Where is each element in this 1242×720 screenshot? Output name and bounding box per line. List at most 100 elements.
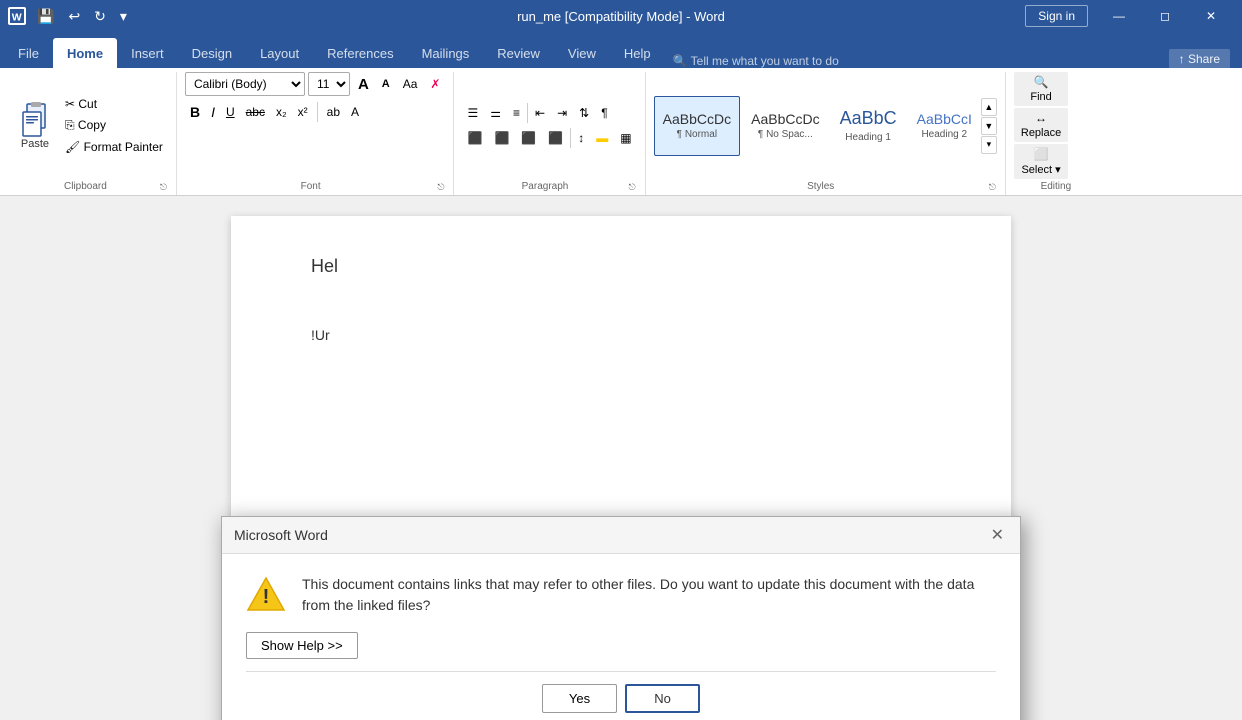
no-button[interactable]: No (625, 684, 700, 713)
app-window: W 💾 ↩ ↻ ▾ run_me [Compatibility Mode] - … (0, 0, 1242, 720)
justify-button[interactable]: ⬛ (543, 127, 568, 149)
bold-button[interactable]: B (185, 101, 205, 123)
style-normal-label: ¶ Normal (677, 129, 717, 140)
tab-view[interactable]: View (554, 38, 610, 68)
shrink-font-button[interactable]: A (377, 73, 395, 95)
tab-review[interactable]: Review (483, 38, 554, 68)
shading-button[interactable]: ▬ (591, 127, 613, 149)
styles-content: AaBbCcDc ¶ Normal AaBbCcDc ¶ No Spac... … (654, 72, 997, 179)
decrease-indent-button[interactable]: ⇤ (530, 102, 550, 124)
clear-format-button[interactable]: ✗ (425, 73, 445, 95)
title-bar-left: W 💾 ↩ ↻ ▾ (8, 6, 132, 27)
restore-button[interactable]: ◻ (1142, 0, 1188, 32)
para-row1: ☰ ⚌ ≡ ⇤ ⇥ ⇅ ¶ (462, 102, 636, 124)
increase-indent-button[interactable]: ⇥ (552, 102, 572, 124)
tab-insert[interactable]: Insert (117, 38, 178, 68)
find-label: Find (1030, 91, 1051, 103)
share-btn[interactable]: ↑ Share (1161, 50, 1238, 68)
select-icon: ⬜ (1034, 147, 1049, 161)
dialog-close-button[interactable]: ✕ (987, 525, 1008, 545)
para-controls: ☰ ⚌ ≡ ⇤ ⇥ ⇅ ¶ ⬛ ⬛ ⬛ ⬛ (462, 72, 636, 179)
align-left-button[interactable]: ⬛ (462, 127, 487, 149)
ribbon-tab-bar: File Home Insert Design Layout Reference… (0, 32, 1242, 68)
tab-file[interactable]: File (4, 38, 53, 68)
select-button[interactable]: ⬜ Select ▾ (1014, 144, 1068, 179)
find-button[interactable]: 🔍 Find (1014, 72, 1068, 106)
tab-design[interactable]: Design (178, 38, 246, 68)
font-color-button[interactable]: A (346, 101, 364, 123)
multilevel-list-button[interactable]: ≡ (508, 102, 525, 124)
tab-references[interactable]: References (313, 38, 407, 68)
font-expand-button[interactable]: ⎋ (436, 181, 445, 194)
bullets-button[interactable]: ☰ (462, 102, 483, 124)
borders-button[interactable]: ▦ (615, 127, 636, 149)
copy-button[interactable]: ⎘ Copy (60, 115, 168, 136)
editing-group: 🔍 Find ↔ Replace ⬜ Select ▾ Editing (1006, 72, 1106, 195)
numbering-button[interactable]: ⚌ (485, 102, 506, 124)
para-divider1 (527, 103, 528, 123)
clipboard-footer: Clipboard ⎋ (12, 179, 168, 195)
styles-footer: Styles ⎋ (654, 179, 997, 195)
superscript-button[interactable]: x² (293, 101, 313, 123)
editing-controls: 🔍 Find ↔ Replace ⬜ Select ▾ (1014, 72, 1068, 179)
align-center-button[interactable]: ⬛ (489, 127, 514, 149)
styles-scroll-down[interactable]: ▼ (981, 117, 997, 135)
line-spacing-button[interactable]: ↕ (573, 127, 589, 149)
dialog-content-row: ! This document contains links that may … (246, 574, 996, 616)
strikethrough-button[interactable]: abc (241, 101, 270, 123)
style-heading1[interactable]: AaBbC Heading 1 (831, 96, 906, 156)
style-no-spacing[interactable]: AaBbCcDc ¶ No Spac... (742, 96, 828, 156)
subscript-button[interactable]: x₂ (271, 101, 292, 123)
tab-mailings[interactable]: Mailings (408, 38, 484, 68)
undo-qat-button[interactable]: ↩ (63, 6, 85, 27)
italic-button[interactable]: I (206, 101, 220, 123)
style-heading2[interactable]: AaBbCcI Heading 2 (908, 96, 981, 156)
style-normal[interactable]: AaBbCcDc ¶ Normal (654, 96, 740, 156)
para-row2: ⬛ ⬛ ⬛ ⬛ ↕ ▬ ▦ (462, 127, 636, 149)
align-right-button[interactable]: ⬛ (516, 127, 541, 149)
font-footer: Font ⎋ (185, 179, 446, 195)
save-qat-button[interactable]: 💾 (32, 6, 59, 27)
style-nospace-preview: AaBbCcDc (751, 111, 819, 128)
underline-button[interactable]: U (221, 101, 240, 123)
tab-layout[interactable]: Layout (246, 38, 313, 68)
show-para-marks-button[interactable]: ¶ (596, 102, 612, 124)
format-painter-button[interactable]: 🖌 Format Painter (60, 137, 168, 157)
title-bar-right: Sign in — ◻ ✕ (1025, 0, 1234, 32)
change-case-button[interactable]: Aa (398, 73, 423, 95)
yes-button[interactable]: Yes (542, 684, 617, 713)
para-footer: Paragraph ⎋ (462, 179, 636, 195)
close-button[interactable]: ✕ (1188, 0, 1234, 32)
qat-more-button[interactable]: ▾ (115, 6, 132, 27)
clipboard-expand-button[interactable]: ⎋ (159, 181, 168, 194)
font-family-select[interactable]: Calibri (Body) (185, 72, 305, 96)
para-expand-button[interactable]: ⎋ (628, 181, 637, 194)
styles-scroll-up[interactable]: ▲ (981, 98, 997, 116)
tab-home[interactable]: Home (53, 38, 117, 68)
redo-qat-button[interactable]: ↻ (89, 6, 111, 27)
replace-icon: ↔ (1035, 111, 1047, 125)
text-highlight-button[interactable]: ab (322, 101, 345, 123)
replace-button[interactable]: ↔ Replace (1014, 108, 1068, 142)
sort-button[interactable]: ⇅ (574, 102, 594, 124)
font-size-select[interactable]: 11 (308, 72, 350, 96)
doc-text-2: !Ur (311, 327, 931, 343)
tab-help[interactable]: Help (610, 38, 665, 68)
show-help-button[interactable]: Show Help >> (246, 632, 358, 659)
dialog-titlebar: Microsoft Word ✕ (222, 517, 1020, 554)
styles-group: AaBbCcDc ¶ Normal AaBbCcDc ¶ No Spac... … (646, 72, 1006, 195)
styles-label: Styles (654, 179, 988, 195)
doc-text-1: Hel (311, 256, 931, 277)
clipboard-label: Clipboard (12, 179, 159, 195)
styles-expand-button[interactable]: ⎋ (988, 181, 997, 194)
select-label: Select ▾ (1021, 163, 1060, 176)
styles-expand[interactable]: ▾ (981, 136, 997, 154)
cut-button[interactable]: ✂ Cut (60, 94, 168, 114)
editing-label: Editing (1014, 179, 1098, 195)
grow-font-button[interactable]: A (353, 73, 374, 95)
paste-button[interactable]: Paste (12, 99, 58, 153)
paste-icon (19, 102, 51, 138)
sign-in-button[interactable]: Sign in (1025, 5, 1088, 27)
paragraph-group: ☰ ⚌ ≡ ⇤ ⇥ ⇅ ¶ ⬛ ⬛ ⬛ ⬛ (454, 72, 645, 195)
minimize-button[interactable]: — (1096, 0, 1142, 32)
